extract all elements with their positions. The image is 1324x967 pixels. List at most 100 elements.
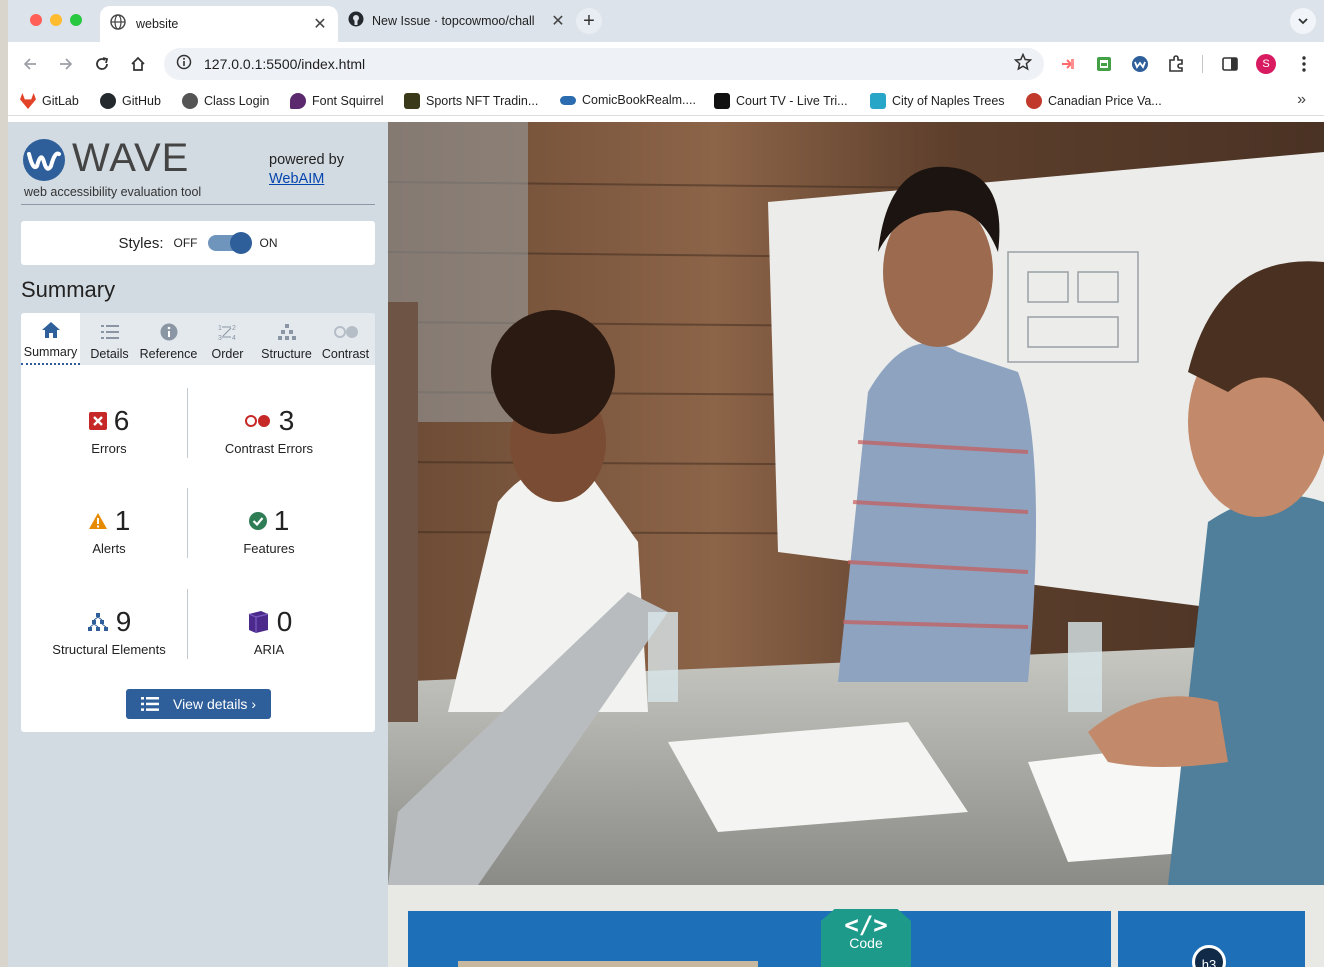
- structure-icon: [87, 613, 108, 631]
- github-icon: [100, 93, 116, 109]
- view-details-button[interactable]: View details ›: [126, 689, 271, 719]
- wave-logo-text: WAVE: [72, 136, 190, 180]
- bookmark-naples-trees[interactable]: City of Naples Trees: [870, 93, 1005, 109]
- svg-text:4: 4: [232, 335, 236, 341]
- bookmarks-bar: GitLab GitHub Class Login Font Squirrel …: [8, 86, 1324, 116]
- divider: [21, 204, 375, 205]
- bookmark-court-tv[interactable]: Court TV - Live Tri...: [714, 93, 848, 109]
- browser-window: website ✕ New Issue · topcowmoo/chall ✕ …: [8, 0, 1324, 967]
- browser-toolbar: 127.0.0.1:5500/index.html S: [8, 42, 1324, 86]
- svg-text:1: 1: [218, 325, 222, 332]
- sports-nft-icon: [404, 93, 420, 109]
- divider: [187, 589, 188, 659]
- tab-new-issue[interactable]: New Issue · topcowmoo/chall ✕: [344, 6, 570, 36]
- website-content: </> Code h3: [388, 122, 1324, 967]
- bookmark-font-squirrel[interactable]: Font Squirrel: [290, 93, 384, 109]
- powered-by-text: powered by: [269, 152, 344, 168]
- errors-stat[interactable]: 6 Errors: [29, 403, 189, 456]
- tab-structure[interactable]: Structure: [257, 313, 316, 365]
- arrow-right-icon: [60, 58, 73, 70]
- tab-summary[interactable]: Summary: [21, 313, 80, 365]
- info-icon: [160, 323, 177, 341]
- webaim-link[interactable]: WebAIM: [269, 171, 324, 187]
- styles-on-label: ON: [259, 236, 278, 250]
- bookmark-sports-nft[interactable]: Sports NFT Tradin...: [404, 93, 538, 109]
- bookmark-class-login[interactable]: Class Login: [182, 93, 269, 109]
- card-image-strip: [458, 961, 758, 967]
- svg-text:2: 2: [232, 325, 236, 332]
- back-button[interactable]: [18, 52, 42, 76]
- summary-panel: Summary Details Reference 1234 Order Str…: [21, 313, 375, 732]
- gitlab-icon: [20, 93, 36, 109]
- alerts-stat[interactable]: 1 Alerts: [29, 503, 189, 556]
- github-icon: [348, 11, 364, 32]
- divider: [187, 388, 188, 458]
- wave-sidebar: WAVE web accessibility evaluation tool p…: [8, 122, 388, 967]
- contrast-error-icon: [244, 415, 270, 427]
- home-icon: [41, 322, 60, 338]
- styles-toggle[interactable]: [207, 232, 252, 254]
- url-text: 127.0.0.1:5500/index.html: [204, 56, 366, 72]
- wave-h3-badge[interactable]: h3: [1192, 945, 1226, 967]
- styles-off-label: OFF: [173, 236, 198, 250]
- home-icon: [131, 56, 145, 71]
- arrow-left-icon: [23, 58, 36, 70]
- tab-title: website: [136, 17, 179, 31]
- minimize-window-button[interactable]: [50, 14, 62, 26]
- tab-reference[interactable]: Reference: [139, 313, 198, 365]
- tab-title: New Issue · topcowmoo/chall: [372, 14, 535, 28]
- structural-elements-stat[interactable]: 9 Structural Elements: [29, 604, 189, 657]
- bookmark-gitlab[interactable]: GitLab: [20, 93, 79, 109]
- summary-heading: Summary: [21, 277, 116, 302]
- site-info-icon[interactable]: [176, 54, 192, 75]
- toggle-knob: [229, 232, 252, 254]
- side-panel-icon[interactable]: [1220, 54, 1240, 74]
- contrast-icon: [333, 326, 358, 338]
- bookmark-github[interactable]: GitHub: [100, 93, 161, 109]
- forward-button[interactable]: [54, 52, 78, 76]
- divider: [1202, 55, 1203, 73]
- tab-strip: website ✕ New Issue · topcowmoo/chall ✕ …: [8, 0, 1324, 42]
- naples-trees-icon: [870, 93, 886, 109]
- globe-icon: [110, 13, 126, 35]
- new-tab-button[interactable]: +: [576, 8, 602, 34]
- more-menu-icon[interactable]: [1294, 54, 1314, 74]
- reload-icon: [96, 57, 109, 70]
- extension-printer-icon[interactable]: [1094, 54, 1114, 74]
- error-icon: [88, 412, 107, 430]
- canadian-price-icon: [1026, 93, 1042, 109]
- profile-avatar[interactable]: S: [1256, 54, 1276, 74]
- aria-stat[interactable]: 0 ARIA: [189, 604, 349, 657]
- close-tab-icon[interactable]: ✕: [312, 14, 328, 34]
- tab-contrast[interactable]: Contrast: [316, 313, 375, 365]
- puzzle-icon[interactable]: [1166, 54, 1186, 74]
- reload-button[interactable]: [90, 52, 114, 76]
- structure-icon: [277, 324, 296, 340]
- bookmark-canadian-price[interactable]: Canadian Price Va...: [1026, 93, 1162, 109]
- tab-details[interactable]: Details: [80, 313, 139, 365]
- close-tab-icon[interactable]: ✕: [550, 11, 566, 31]
- list-icon: [140, 697, 159, 711]
- home-button[interactable]: [126, 52, 150, 76]
- tab-order[interactable]: 1234 Order: [198, 313, 257, 365]
- extension-arrow-icon[interactable]: [1058, 54, 1078, 74]
- close-window-button[interactable]: [30, 14, 42, 26]
- address-bar[interactable]: 127.0.0.1:5500/index.html: [164, 48, 1044, 80]
- wave-logo-icon: [22, 138, 66, 187]
- styles-toggle-box: Styles: OFF ON: [21, 221, 375, 265]
- features-stat[interactable]: 1 Features: [189, 503, 349, 556]
- svg-text:3: 3: [218, 335, 222, 341]
- bookmark-comicbookrealm[interactable]: ComicBookRealm....: [560, 93, 696, 107]
- styles-label: Styles:: [118, 234, 164, 252]
- star-icon[interactable]: [1013, 52, 1033, 76]
- divider: [187, 488, 188, 558]
- page-viewport: WAVE web accessibility evaluation tool p…: [8, 122, 1324, 967]
- bookmarks-overflow-icon[interactable]: »: [1297, 91, 1306, 109]
- feature-card-secondary: h3: [1118, 911, 1305, 967]
- wave-extension-icon[interactable]: [1130, 54, 1150, 74]
- contrast-errors-stat[interactable]: 3 Contrast Errors: [189, 403, 349, 456]
- tab-website[interactable]: website ✕: [100, 6, 338, 42]
- tab-search-button[interactable]: [1290, 8, 1316, 34]
- maximize-window-button[interactable]: [70, 14, 82, 26]
- wave-logo-subtitle: web accessibility evaluation tool: [24, 185, 202, 199]
